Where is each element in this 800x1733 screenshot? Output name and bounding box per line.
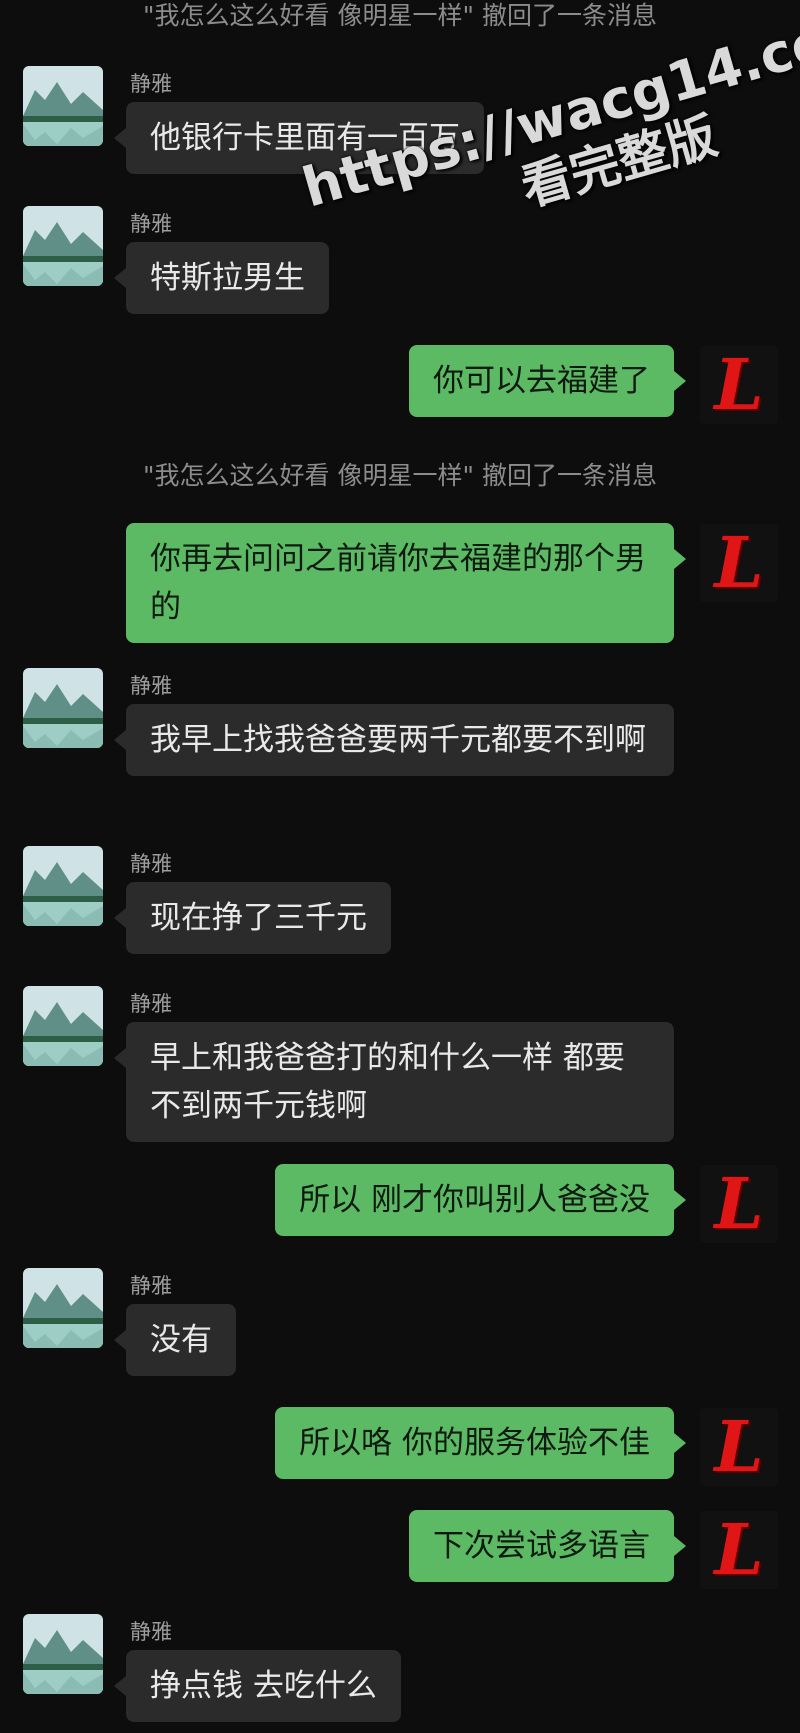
my-avatar[interactable]: L [700,1408,778,1486]
message-bubble-outgoing[interactable]: 你再去问问之前请你去福建的那个男的 [126,523,686,643]
contact-avatar[interactable] [23,986,103,1066]
message-bubble-incoming[interactable]: 我早上找我爸爸要两千元都要不到啊 [114,704,674,776]
contact-avatar[interactable] [23,1614,103,1694]
recall-notice: "我怎么这么好看 像明星一样" 撤回了一条消息 [143,461,657,490]
message-bubble-incoming[interactable]: 挣点钱 去吃什么 [114,1650,401,1722]
recall-notice: "我怎么这么好看 像明星一样" 撤回了一条消息 [143,1,657,30]
sender-name: 静雅 [130,1620,172,1644]
message-bubble-incoming[interactable]: 特斯拉男生 [114,242,329,314]
sender-name: 静雅 [130,992,172,1016]
my-avatar[interactable]: L [700,524,778,602]
my-avatar-letter: L [714,1511,764,1589]
sender-name: 静雅 [130,72,172,96]
message-bubble-outgoing[interactable]: 所以 刚才你叫别人爸爸没 [275,1164,686,1236]
message-bubble-incoming[interactable]: 现在挣了三千元 [114,882,391,954]
my-avatar-letter: L [714,346,764,424]
my-avatar-letter: L [714,524,764,602]
message-bubble-incoming[interactable]: 没有 [114,1304,236,1376]
my-avatar[interactable]: L [700,1511,778,1589]
message-bubble-incoming[interactable]: 早上和我爸爸打的和什么一样 都要不到两千元钱啊 [114,1022,674,1142]
sender-name: 静雅 [130,852,172,876]
message-bubble-outgoing[interactable]: 你可以去福建了 [409,345,686,417]
contact-avatar[interactable] [23,846,103,926]
contact-avatar[interactable] [23,1268,103,1348]
sender-name: 静雅 [130,212,172,236]
sender-name: 静雅 [130,674,172,698]
message-bubble-incoming[interactable]: 他银行卡里面有一百万 [114,102,484,174]
message-bubble-outgoing[interactable]: 所以咯 你的服务体验不佳 [275,1407,686,1479]
contact-avatar[interactable] [23,206,103,286]
my-avatar-letter: L [714,1165,764,1243]
sender-name: 静雅 [130,1274,172,1298]
watermark-text: 看完整版 [514,106,724,218]
my-avatar-letter: L [714,1408,764,1486]
my-avatar[interactable]: L [700,1165,778,1243]
contact-avatar[interactable] [23,66,103,146]
message-bubble-outgoing[interactable]: 下次尝试多语言 [409,1510,686,1582]
my-avatar[interactable]: L [700,346,778,424]
contact-avatar[interactable] [23,668,103,748]
